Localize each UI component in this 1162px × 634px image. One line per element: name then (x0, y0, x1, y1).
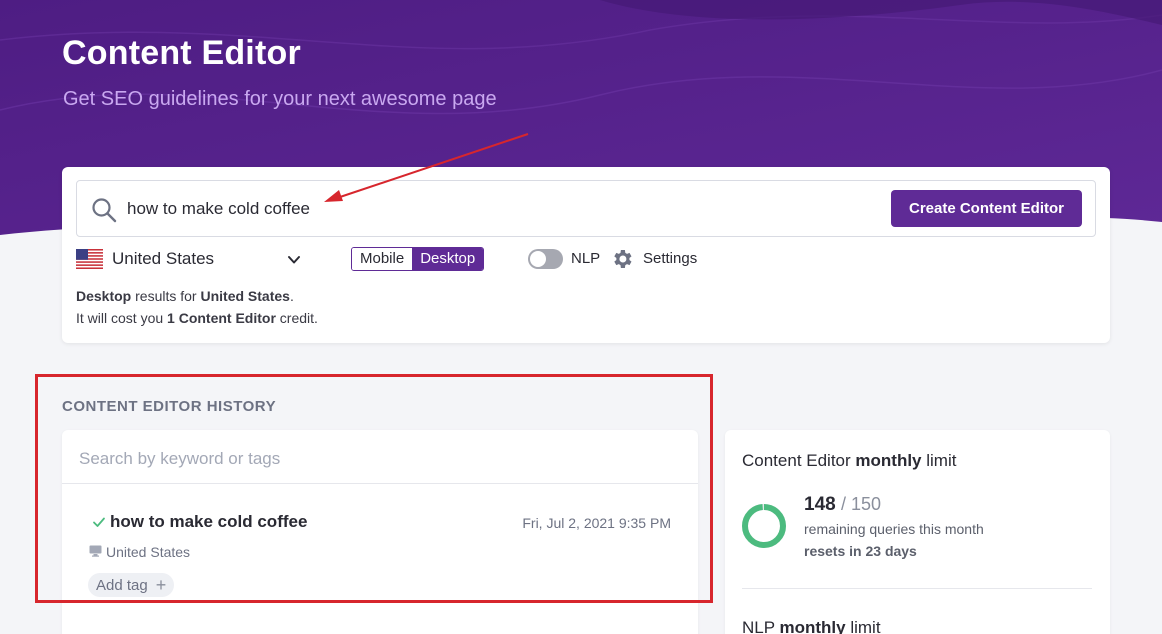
cost-amount: 1 Content Editor (167, 310, 276, 326)
limit-count: 148 / 150 (804, 494, 881, 516)
chevron-down-icon[interactable] (287, 253, 301, 267)
nlp-limit-title-suffix: limit (845, 618, 881, 634)
nlp-label: NLP (571, 250, 601, 267)
info-period: . (289, 288, 294, 304)
divider (742, 588, 1092, 589)
limit-reset-label: resets in 23 days (804, 543, 917, 559)
cost-suffix: credit. (275, 310, 318, 326)
info-country: United States (200, 288, 290, 304)
limit-title-prefix: Content Editor (742, 451, 856, 470)
cost-info: It will cost you 1 Content Editor credit… (76, 310, 318, 326)
limit-title-suffix: limit (921, 451, 957, 470)
device-option-mobile[interactable]: Mobile (352, 248, 413, 270)
device-toggle: Mobile Desktop (351, 247, 485, 271)
annotation-highlight-box (35, 374, 713, 603)
limit-remaining-count: 148 (804, 494, 836, 515)
gear-icon[interactable] (610, 247, 634, 271)
limit-total: / 150 (840, 494, 882, 514)
keyword-search-box: Create Content Editor (76, 180, 1096, 237)
search-card: Create Content Editor United States Mobi… (62, 167, 1110, 343)
usage-ring-arc (742, 504, 786, 548)
nlp-toggle-knob (530, 251, 546, 267)
nlp-limit-title-bold: monthly (779, 618, 846, 634)
limit-title-bold: monthly (855, 451, 922, 470)
keyword-input[interactable] (127, 195, 827, 223)
usage-ring (742, 504, 786, 548)
info-device: Desktop (76, 288, 132, 304)
country-select[interactable]: United States (76, 248, 214, 270)
nlp-limit-title: NLP monthly limit (742, 618, 881, 634)
nlp-limit-title-prefix: NLP (742, 618, 780, 634)
monthly-limit-card: Content Editor monthly limit 148 / 150 r… (725, 430, 1110, 634)
content-editor-limit-title: Content Editor monthly limit (742, 451, 956, 471)
create-content-editor-button[interactable]: Create Content Editor (891, 190, 1082, 227)
nlp-toggle[interactable] (528, 249, 563, 269)
settings-link[interactable]: Settings (643, 250, 697, 267)
page-subtitle: Get SEO guidelines for your next awesome… (63, 88, 497, 110)
us-flag-icon (76, 249, 103, 269)
limit-remaining-label: remaining queries this month (804, 521, 984, 537)
page-title: Content Editor (62, 34, 301, 72)
search-icon (92, 198, 117, 223)
results-info: Desktop results for United States. (76, 288, 294, 304)
info-results-for: results for (131, 288, 201, 304)
country-label: United States (112, 249, 215, 268)
device-option-desktop[interactable]: Desktop (412, 248, 484, 270)
cost-prefix: It will cost you (76, 310, 168, 326)
